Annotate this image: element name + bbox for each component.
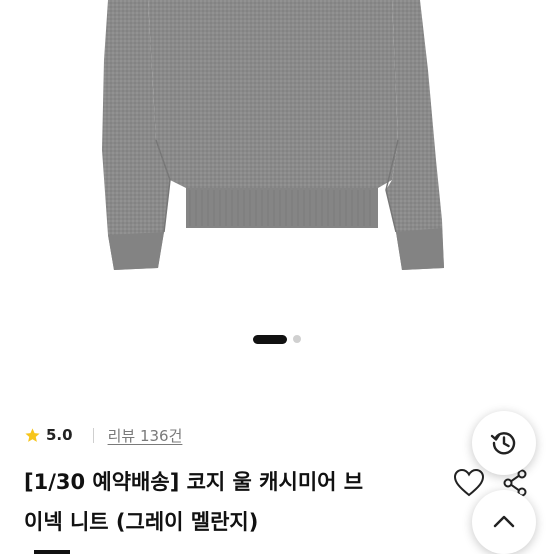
- history-icon: [490, 432, 516, 455]
- chevron-up-icon: [493, 515, 515, 528]
- product-image-carousel[interactable]: [0, 0, 554, 372]
- pagination-dot[interactable]: [293, 335, 301, 343]
- rating-value: 5.0: [46, 426, 73, 444]
- section-indicator: [34, 550, 70, 554]
- product-title: [1/30 예약배송] 코지 울 캐시미어 브 이넥 니트 (그레이 멜란지): [24, 462, 424, 542]
- wishlist-button[interactable]: [453, 468, 485, 498]
- recently-viewed-button[interactable]: [472, 411, 536, 475]
- star-icon: [25, 427, 40, 442]
- product-detail-page: 5.0 리뷰 136건 [1/30 예약배송] 코지 울 캐시미어 브 이넥 니…: [0, 0, 554, 554]
- product-image: [102, 0, 444, 270]
- product-title-line: 이넥 니트 (그레이 멜란지): [24, 510, 259, 534]
- carousel-pagination: [0, 333, 554, 345]
- review-count-link[interactable]: 리뷰 136건: [108, 425, 183, 446]
- pagination-dot-active[interactable]: [253, 334, 287, 344]
- scroll-to-top-button[interactable]: [472, 490, 536, 554]
- rating-summary: 5.0 리뷰 136건: [24, 424, 182, 446]
- product-title-line: [1/30 예약배송] 코지 울 캐시미어 브: [24, 470, 364, 494]
- divider: [92, 427, 94, 443]
- heart-icon: [453, 468, 485, 497]
